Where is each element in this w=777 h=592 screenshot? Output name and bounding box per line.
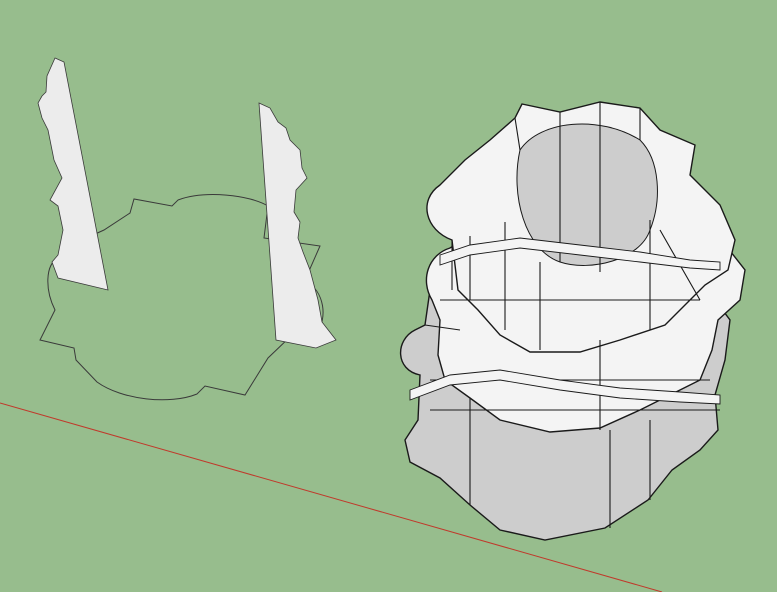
- model-canvas[interactable]: [0, 0, 777, 592]
- sketchup-viewport[interactable]: [0, 0, 777, 592]
